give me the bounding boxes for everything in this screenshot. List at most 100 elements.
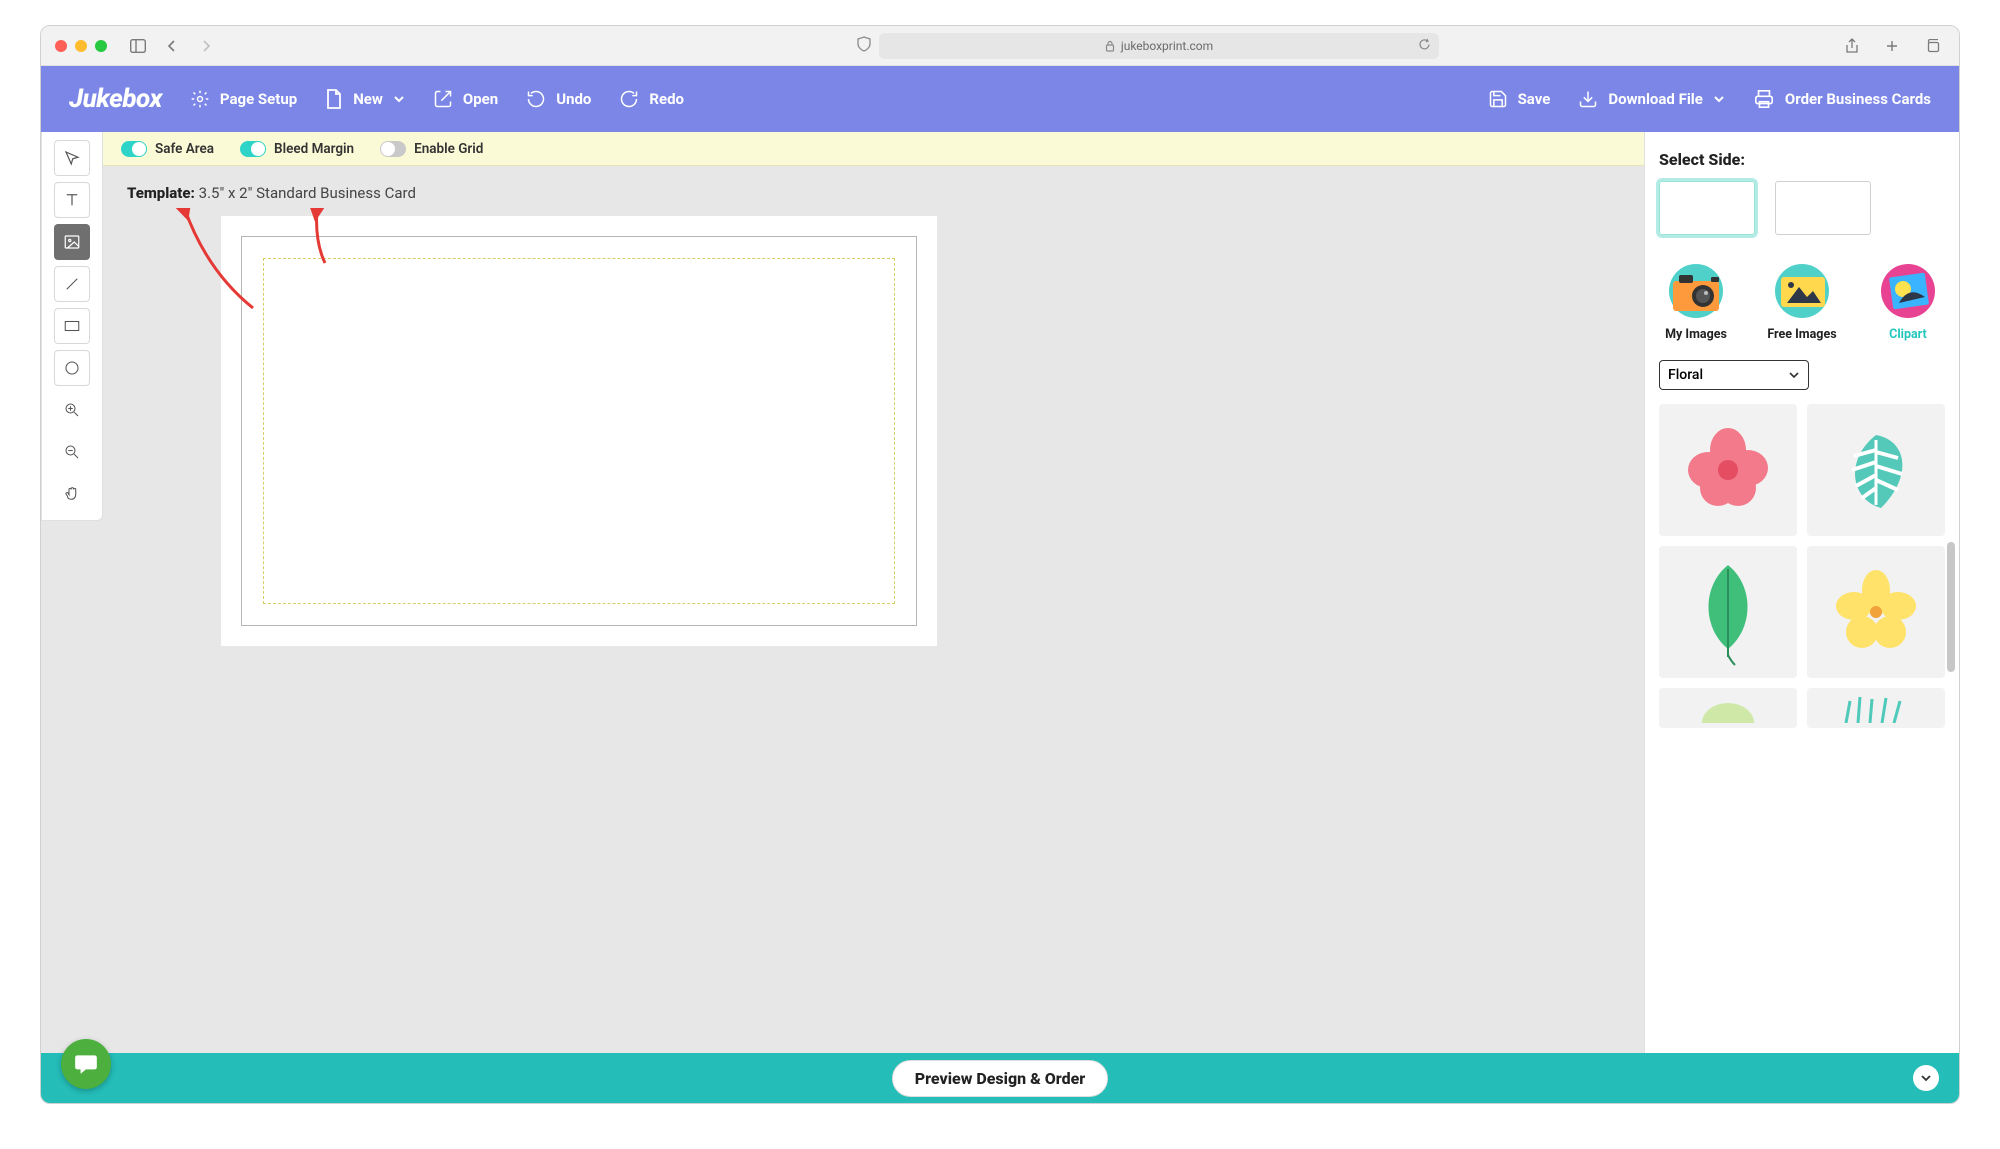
toggle-bleed-margin[interactable] [240,141,266,157]
tab-clipart[interactable]: Clipart [1875,261,1941,342]
download-icon [1578,89,1598,109]
redo-button[interactable]: Redo [619,89,684,109]
left-toolbar [41,132,103,521]
clipart-item-partial-1[interactable] [1659,688,1797,728]
tool-ellipse[interactable] [54,350,90,386]
preview-order-label: Preview Design & Order [915,1069,1085,1088]
toggle-bleed-margin-wrap: Bleed Margin [240,141,354,157]
window-close-dot[interactable] [55,40,67,52]
app-body: Safe Area Bleed Margin Enable Grid Templ… [41,132,1959,1103]
redo-label: Redo [649,90,684,108]
page-setup-button[interactable]: Page Setup [190,89,297,109]
category-select[interactable]: Floral [1659,360,1809,390]
side-thumbnails [1659,181,1945,235]
chevron-down-icon [1788,369,1800,381]
bottom-bar: Preview Design & Order [41,1053,1959,1103]
tool-image[interactable] [54,224,90,260]
address-url: jukeboxprint.com [1121,39,1213,53]
download-label: Download File [1608,90,1703,108]
window-max-dot[interactable] [95,40,107,52]
nav-back-icon[interactable] [159,33,185,59]
save-button[interactable]: Save [1488,89,1551,109]
template-prefix: Template: [127,184,195,202]
tab-clipart-label: Clipart [1889,327,1927,342]
tab-free-images-label: Free Images [1767,327,1836,342]
gear-icon [190,89,210,109]
toggle-safe-area[interactable] [121,141,147,157]
window-min-dot[interactable] [75,40,87,52]
safe-area-label: Safe Area [155,141,214,157]
clipart-item-leaf[interactable] [1659,546,1797,678]
right-panel: Select Side: [1644,132,1959,1103]
clipart-item-monstera[interactable] [1807,404,1945,536]
browser-window: jukeboxprint.com Jukebox Page Setup [40,25,1960,1104]
expand-button[interactable] [1913,1065,1939,1091]
camera-icon [1663,261,1729,321]
app-header: Jukebox Page Setup New Open Undo Redo Sa… [41,66,1959,132]
canvas-paper[interactable] [221,216,937,646]
select-side-title: Select Side: [1659,150,1945,169]
template-name: 3.5" x 2" Standard Business Card [199,184,416,202]
side-thumb-back[interactable] [1775,181,1871,235]
template-row: Template: 3.5" x 2" Standard Business Ca… [103,166,1644,208]
new-tab-icon[interactable] [1879,33,1905,59]
enable-grid-label: Enable Grid [414,141,483,157]
clipart-item-hibiscus[interactable] [1659,404,1797,536]
nav-forward-icon[interactable] [193,33,219,59]
browser-actions [1839,33,1945,59]
new-label: New [353,90,383,108]
tabs-icon[interactable] [1919,33,1945,59]
clipart-item-partial-2[interactable] [1807,688,1945,728]
safe-area-line [263,258,895,604]
preview-order-button[interactable]: Preview Design & Order [892,1060,1108,1097]
toggle-enable-grid-wrap: Enable Grid [380,141,483,157]
picture-icon [1769,261,1835,321]
canvas-stage[interactable] [103,208,1644,1103]
page-setup-label: Page Setup [220,90,297,108]
chat-fab[interactable] [61,1039,111,1089]
order-button[interactable]: Order Business Cards [1753,89,1931,109]
download-file-button[interactable]: Download File [1578,89,1725,109]
app-logo[interactable]: Jukebox [69,84,162,114]
tool-line[interactable] [54,266,90,302]
address-bar[interactable]: jukeboxprint.com [879,33,1439,59]
clipart-icon [1875,261,1941,321]
chevron-down-icon [393,93,405,105]
undo-label: Undo [556,90,591,108]
file-icon [325,88,343,110]
tool-select[interactable] [54,140,90,176]
options-bar: Safe Area Bleed Margin Enable Grid [103,132,1644,166]
tool-zoom-out[interactable] [54,434,90,470]
save-icon [1488,89,1508,109]
toggle-enable-grid[interactable] [380,141,406,157]
tab-my-images-label: My Images [1665,327,1727,342]
toggle-safe-area-wrap: Safe Area [121,141,214,157]
chevron-down-icon [1920,1072,1932,1084]
open-button[interactable]: Open [433,89,498,109]
order-label: Order Business Cards [1785,90,1931,108]
tab-my-images[interactable]: My Images [1663,261,1729,342]
tool-zoom-in[interactable] [54,392,90,428]
save-label: Save [1518,90,1551,108]
refresh-icon[interactable] [1418,38,1431,54]
bleed-margin-label: Bleed Margin [274,141,354,157]
canvas-column: Safe Area Bleed Margin Enable Grid Templ… [103,132,1644,1103]
undo-button[interactable]: Undo [526,89,591,109]
open-label: Open [463,90,498,108]
sidebar-toggle-icon[interactable] [125,33,151,59]
right-panel-scrollbar[interactable] [1947,542,1955,672]
asset-tabs: My Images Free Images [1659,261,1945,342]
browser-chrome: jukeboxprint.com [41,26,1959,66]
undo-icon [526,89,546,109]
tab-free-images[interactable]: Free Images [1767,261,1836,342]
side-thumb-front[interactable] [1659,181,1755,235]
open-icon [433,89,453,109]
tool-pan[interactable] [54,476,90,512]
privacy-shield-icon[interactable] [857,36,871,56]
tool-text[interactable] [54,182,90,218]
tool-rectangle[interactable] [54,308,90,344]
clipart-item-plumeria[interactable] [1807,546,1945,678]
new-button[interactable]: New [325,88,405,110]
share-icon[interactable] [1839,33,1865,59]
category-value: Floral [1668,367,1703,383]
